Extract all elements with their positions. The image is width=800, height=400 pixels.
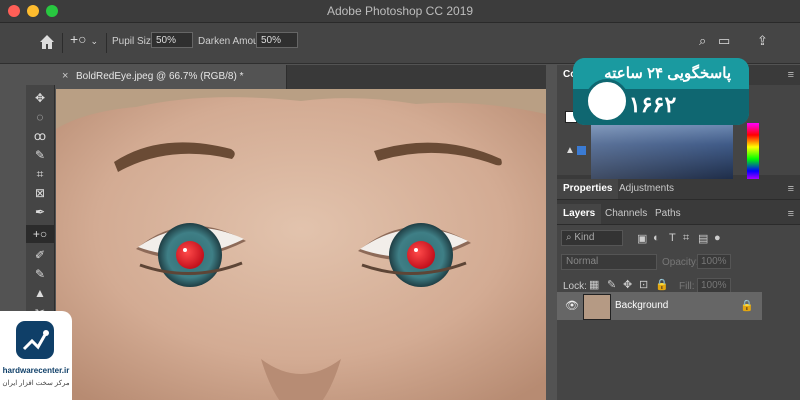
- home-icon[interactable]: [38, 33, 56, 51]
- hue-slider[interactable]: [747, 123, 759, 183]
- separator: [106, 33, 107, 53]
- adjustment-filter-icon[interactable]: ◐: [653, 232, 660, 244]
- document-tab-bar: × BoldRedEye.jpeg @ 66.7% (RGB/8) *: [56, 65, 546, 90]
- layers-panel-tabs: Layers Channels Paths ≡: [557, 204, 800, 225]
- layer-row-background[interactable]: 👁 Background 🔒: [557, 292, 762, 320]
- layer-filter-select[interactable]: ⌕ Kind: [561, 230, 623, 246]
- panel-menu-icon[interactable]: ≡: [788, 208, 794, 220]
- history-brush-tool-icon[interactable]: ▲: [26, 284, 54, 302]
- lock-label: Lock:: [563, 281, 587, 292]
- lock-transparent-icon[interactable]: ▦: [589, 278, 599, 291]
- type-filter-icon[interactable]: T: [669, 232, 676, 244]
- close-tab-icon[interactable]: ×: [62, 70, 68, 82]
- lock-pixels-icon[interactable]: ✎: [607, 278, 616, 291]
- move-tool-icon[interactable]: ✥: [26, 89, 54, 107]
- document-tab-title: BoldRedEye.jpeg @ 66.7% (RGB/8) *: [76, 71, 244, 82]
- eyedropper-tool-icon[interactable]: ✒: [26, 203, 54, 221]
- layers-panel: ⌕ Kind ▣ ◐ T ⌗ ▤ ● Normal Opacity: 100% …: [557, 225, 800, 400]
- lock-all-icon[interactable]: 🔒: [655, 278, 669, 291]
- lasso-tool-icon[interactable]: ꝏ: [26, 127, 54, 145]
- pixel-filter-icon[interactable]: ▣: [637, 232, 647, 245]
- tab-properties[interactable]: Properties: [557, 179, 619, 199]
- filter-toggle-icon[interactable]: ●: [714, 232, 721, 244]
- window-titlebar: Adobe Photoshop CC 2019: [0, 0, 800, 23]
- logo-brand-text: hardwarecenter.ir: [2, 366, 70, 375]
- fill-label: Fill:: [679, 281, 695, 292]
- panel-menu-icon[interactable]: ≡: [788, 183, 794, 195]
- search-icon[interactable]: ⌕: [699, 33, 706, 49]
- tab-channels[interactable]: Channels: [599, 204, 653, 224]
- tab-adjustments[interactable]: Adjustments: [613, 179, 680, 199]
- layer-thumbnail: [583, 294, 611, 320]
- document-tab[interactable]: × BoldRedEye.jpeg @ 66.7% (RGB/8) *: [56, 65, 287, 89]
- pupil-size-field[interactable]: 50%: [151, 32, 193, 48]
- logo-mark-icon: [16, 321, 54, 359]
- layer-name: Background: [615, 300, 669, 311]
- web-safe-swatch[interactable]: [577, 146, 586, 155]
- clock-phone-icon: [585, 79, 629, 123]
- frame-tool-icon[interactable]: ⊠: [26, 184, 54, 202]
- opacity-label: Opacity:: [662, 257, 699, 268]
- document-canvas[interactable]: [56, 89, 546, 400]
- lock-position-icon[interactable]: ✥: [623, 278, 632, 291]
- lock-artboard-icon[interactable]: ⊡: [639, 278, 648, 291]
- brush-tool-icon[interactable]: ✐: [26, 246, 54, 264]
- badge-phone-number: ۱۶۶۲: [629, 92, 677, 117]
- visibility-eye-icon[interactable]: 👁: [565, 299, 579, 312]
- separator: [62, 33, 63, 53]
- darken-amount-field[interactable]: 50%: [256, 32, 298, 48]
- crop-tool-icon[interactable]: ⌗: [26, 165, 54, 183]
- badge-phone-bar: ۱۶۶۲: [573, 79, 749, 125]
- window-title: Adobe Photoshop CC 2019: [326, 4, 474, 18]
- support-badge: پاسخگویی ۲۴ ساعته ۱۶۶۲: [573, 58, 749, 125]
- fill-field[interactable]: 100%: [697, 278, 731, 293]
- stamp-tool-icon[interactable]: ✎: [26, 265, 54, 283]
- layer-lock-icon: 🔒: [740, 300, 754, 312]
- workspace-icon[interactable]: ▭: [718, 33, 730, 49]
- tab-paths[interactable]: Paths: [649, 204, 687, 224]
- blend-mode-select[interactable]: Normal: [561, 254, 657, 270]
- logo-tagline: مرکز سخت افزار ایران: [2, 380, 70, 387]
- red-eye-tool-icon[interactable]: +○ ⌄: [70, 31, 98, 47]
- smart-object-filter-icon[interactable]: ▤: [698, 232, 708, 245]
- tab-layers[interactable]: Layers: [557, 204, 602, 224]
- properties-panel-tabs: Properties Adjustments ≡: [557, 179, 800, 200]
- warning-icon: ▲: [565, 145, 575, 156]
- share-icon[interactable]: ⇪: [757, 33, 768, 49]
- filter-kind-label: Kind: [574, 232, 595, 243]
- shape-filter-icon[interactable]: ⌗: [683, 232, 689, 245]
- quick-select-tool-icon[interactable]: ✎: [26, 146, 54, 164]
- marquee-tool-icon[interactable]: ◌: [26, 108, 54, 126]
- opacity-field[interactable]: 100%: [697, 254, 731, 269]
- panel-menu-icon[interactable]: ≡: [788, 69, 794, 81]
- photo-face-image: [56, 89, 546, 400]
- red-eye-tool-icon[interactable]: +○: [26, 225, 54, 243]
- hardwarecenter-logo: hardwarecenter.ir مرکز سخت افزار ایران: [0, 311, 72, 400]
